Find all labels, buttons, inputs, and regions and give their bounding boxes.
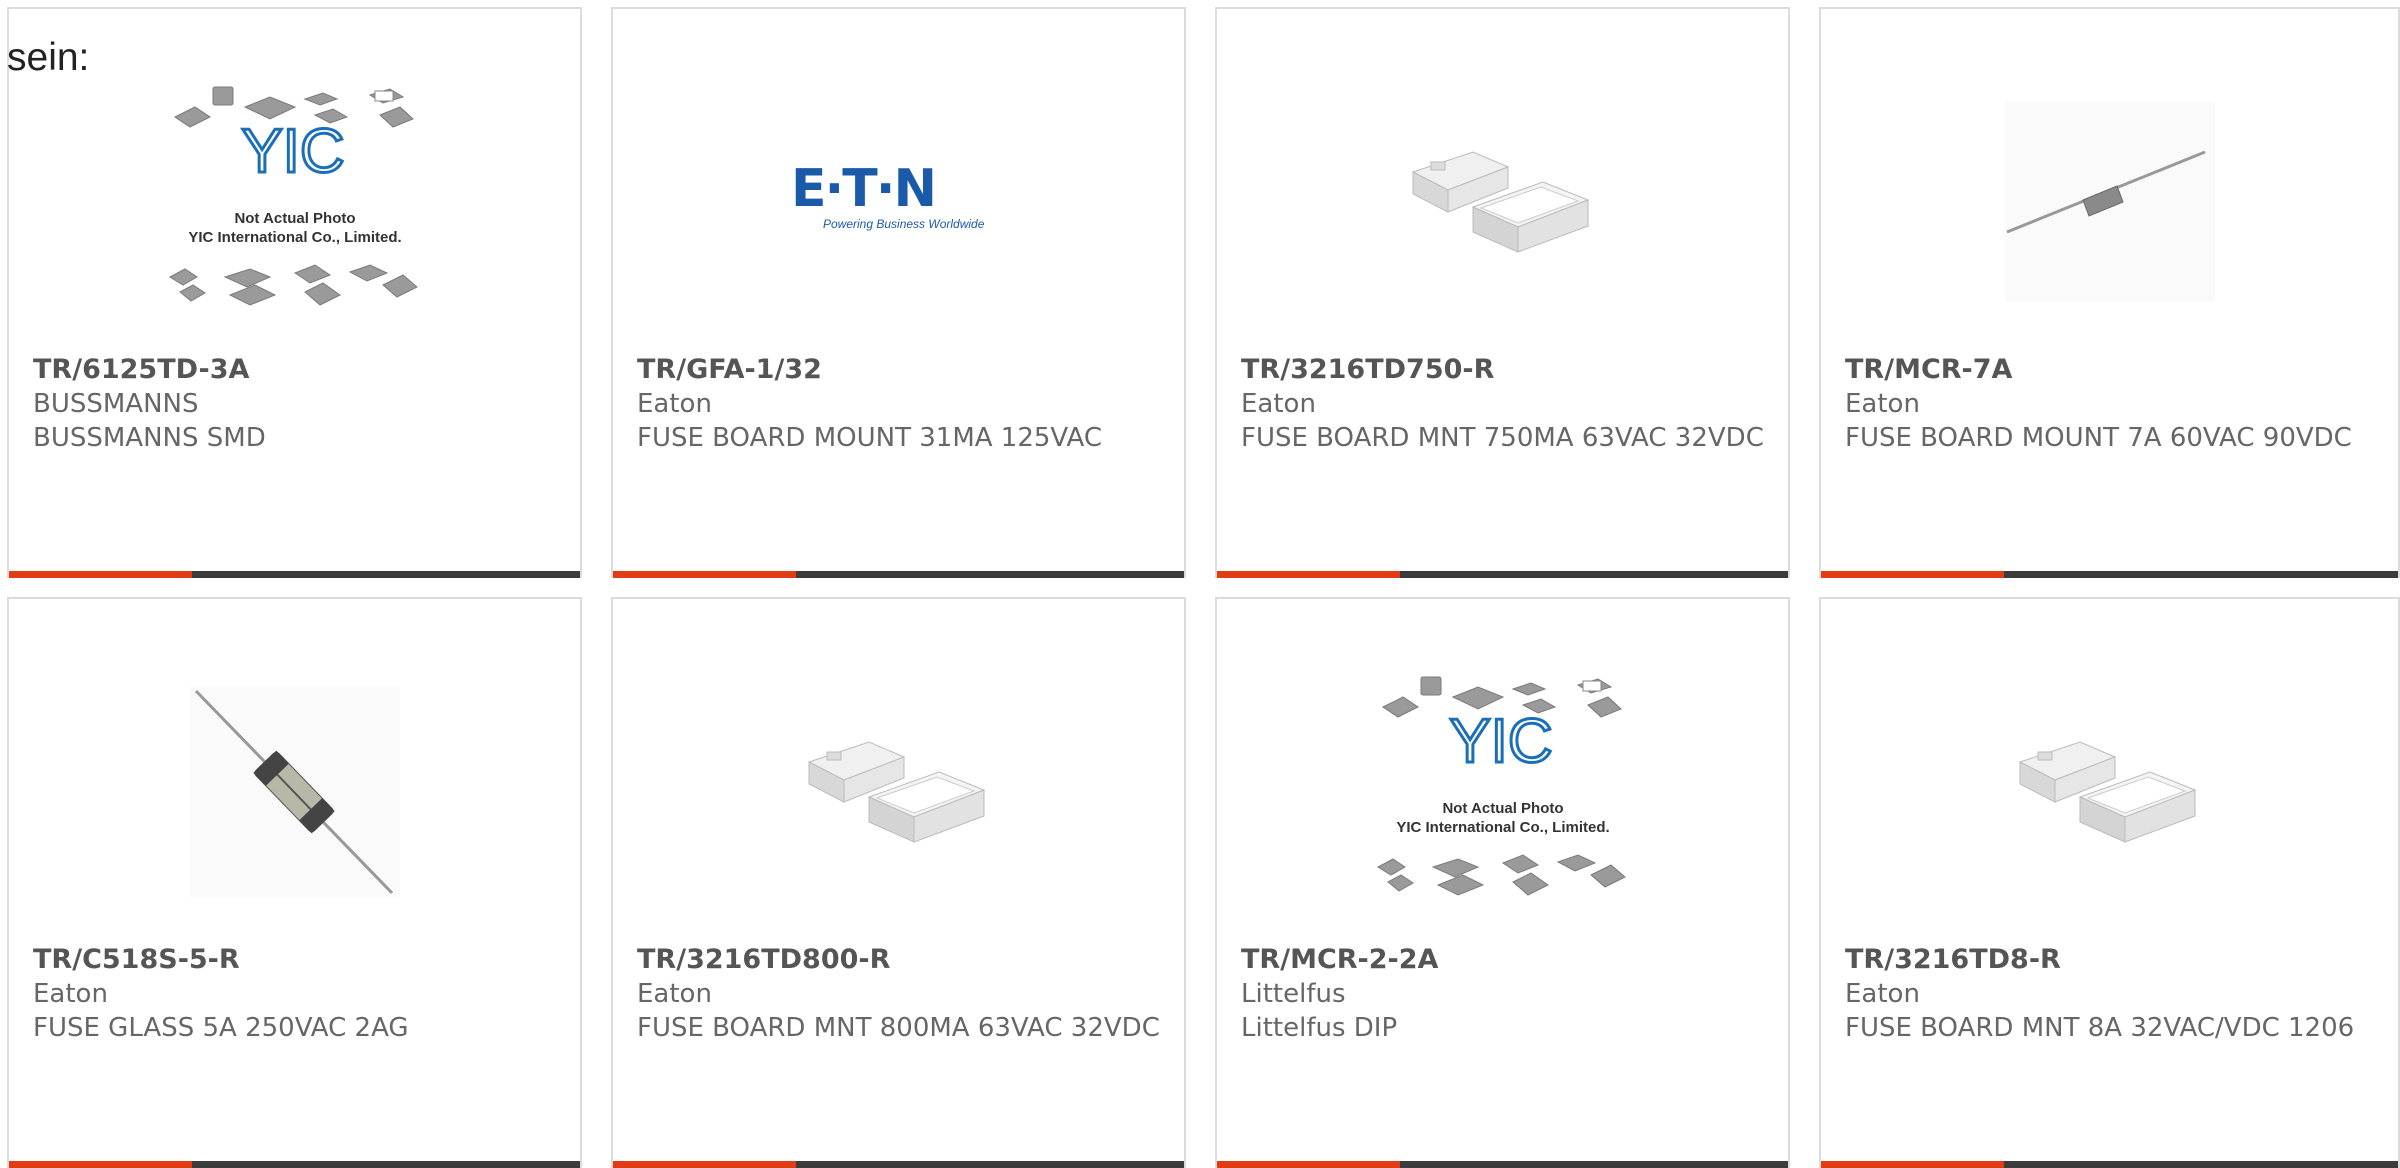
eaton-logo: E·T·N bbox=[791, 162, 935, 219]
brand: Eaton bbox=[1241, 389, 1316, 419]
part-number[interactable]: TR/3216TD8-R bbox=[1845, 943, 2378, 977]
placeholder-caption-line1: Not Actual Photo bbox=[1442, 800, 1563, 817]
product-image-smd-fuse[interactable] bbox=[1217, 57, 1788, 347]
product-card[interactable]: TR/MCR-7A Eaton FUSE BOARD MOUNT 7A 60VA… bbox=[1819, 7, 2400, 578]
brand: Eaton bbox=[1845, 389, 1920, 419]
card-bottom-bar bbox=[9, 571, 580, 578]
brand: Littelfus bbox=[1241, 979, 1346, 1009]
product-card[interactable]: TR/3216TD750-R Eaton FUSE BOARD MNT 750M… bbox=[1215, 7, 1790, 578]
part-number[interactable]: TR/MCR-2-2A bbox=[1241, 943, 1768, 977]
description: FUSE BOARD MNT 8A 32VAC/VDC 1206 bbox=[1845, 1013, 2355, 1043]
part-number[interactable]: TR/6125TD-3A bbox=[33, 353, 560, 387]
description: FUSE BOARD MNT 800MA 63VAC 32VDC bbox=[637, 1013, 1160, 1043]
brand: BUSSMANNS bbox=[33, 389, 199, 419]
description: FUSE GLASS 5A 250VAC 2AG bbox=[33, 1013, 409, 1043]
product-info: TR/3216TD8-R Eaton FUSE BOARD MNT 8A 32V… bbox=[1845, 943, 2378, 1045]
brand: Eaton bbox=[33, 979, 108, 1009]
placeholder-caption-line2: YIC International Co., Limited. bbox=[188, 229, 401, 246]
part-number[interactable]: TR/3216TD750-R bbox=[1241, 353, 1768, 387]
product-info: TR/MCR-7A Eaton FUSE BOARD MOUNT 7A 60VA… bbox=[1845, 353, 2378, 455]
product-card[interactable]: TR/C518S-5-R Eaton FUSE GLASS 5A 250VAC … bbox=[7, 597, 582, 1168]
product-image-glass-fuse[interactable] bbox=[9, 647, 580, 937]
product-card[interactable]: TR/3216TD8-R Eaton FUSE BOARD MNT 8A 32V… bbox=[1819, 597, 2400, 1168]
part-number[interactable]: TR/MCR-7A bbox=[1845, 353, 2378, 387]
brand: Eaton bbox=[637, 979, 712, 1009]
product-image-axial-fuse[interactable] bbox=[1821, 57, 2398, 347]
product-image-smd-fuse[interactable] bbox=[1821, 647, 2398, 937]
product-info: TR/6125TD-3A BUSSMANNS BUSSMANNS SMD bbox=[33, 353, 560, 455]
card-bottom-bar bbox=[1821, 1161, 2398, 1168]
product-info: TR/C518S-5-R Eaton FUSE GLASS 5A 250VAC … bbox=[33, 943, 560, 1045]
card-bottom-bar bbox=[9, 1161, 580, 1168]
description: BUSSMANNS SMD bbox=[33, 423, 266, 453]
svg-text:YIC: YIC bbox=[241, 117, 344, 186]
description: Littelfus DIP bbox=[1241, 1013, 1398, 1043]
card-bottom-bar bbox=[1821, 571, 2398, 578]
placeholder-caption-line1: Not Actual Photo bbox=[234, 210, 355, 227]
product-info: TR/GFA-1/32 Eaton FUSE BOARD MOUNT 31MA … bbox=[637, 353, 1164, 455]
description: FUSE BOARD MNT 750MA 63VAC 32VDC bbox=[1241, 423, 1764, 453]
card-bottom-bar bbox=[1217, 1161, 1788, 1168]
svg-text:YIC: YIC bbox=[1449, 707, 1552, 776]
card-bottom-bar bbox=[613, 571, 1184, 578]
part-number[interactable]: TR/3216TD800-R bbox=[637, 943, 1164, 977]
product-image-eaton-logo[interactable]: E·T·N Powering Business Worldwide bbox=[613, 57, 1184, 347]
description: FUSE BOARD MOUNT 7A 60VAC 90VDC bbox=[1845, 423, 2352, 453]
product-card[interactable]: YIC Not Actual Photo YIC International C… bbox=[7, 7, 582, 578]
brand: Eaton bbox=[1845, 979, 1920, 1009]
card-bottom-bar bbox=[1217, 571, 1788, 578]
product-info: TR/3216TD750-R Eaton FUSE BOARD MNT 750M… bbox=[1241, 353, 1768, 455]
intro-text: sein: bbox=[7, 36, 90, 79]
product-card[interactable]: YIC Not Actual Photo YIC International C… bbox=[1215, 597, 1790, 1168]
product-card[interactable]: E·T·N Powering Business Worldwide TR/GFA… bbox=[611, 7, 1186, 578]
brand: Eaton bbox=[637, 389, 712, 419]
product-image-yic-placeholder[interactable]: YIC Not Actual Photo YIC International C… bbox=[9, 57, 580, 347]
product-info: TR/3216TD800-R Eaton FUSE BOARD MNT 800M… bbox=[637, 943, 1164, 1045]
description: FUSE BOARD MOUNT 31MA 125VAC bbox=[637, 423, 1103, 453]
placeholder-caption-line2: YIC International Co., Limited. bbox=[1396, 819, 1609, 836]
product-card[interactable]: TR/3216TD800-R Eaton FUSE BOARD MNT 800M… bbox=[611, 597, 1186, 1168]
part-number[interactable]: TR/GFA-1/32 bbox=[637, 353, 1164, 387]
product-image-yic-placeholder[interactable]: YIC Not Actual Photo YIC International C… bbox=[1217, 647, 1788, 937]
product-info: TR/MCR-2-2A Littelfus Littelfus DIP bbox=[1241, 943, 1768, 1045]
product-image-smd-fuse[interactable] bbox=[613, 647, 1184, 937]
eaton-tagline: Powering Business Worldwide bbox=[823, 217, 985, 231]
part-number[interactable]: TR/C518S-5-R bbox=[33, 943, 560, 977]
card-bottom-bar bbox=[613, 1161, 1184, 1168]
